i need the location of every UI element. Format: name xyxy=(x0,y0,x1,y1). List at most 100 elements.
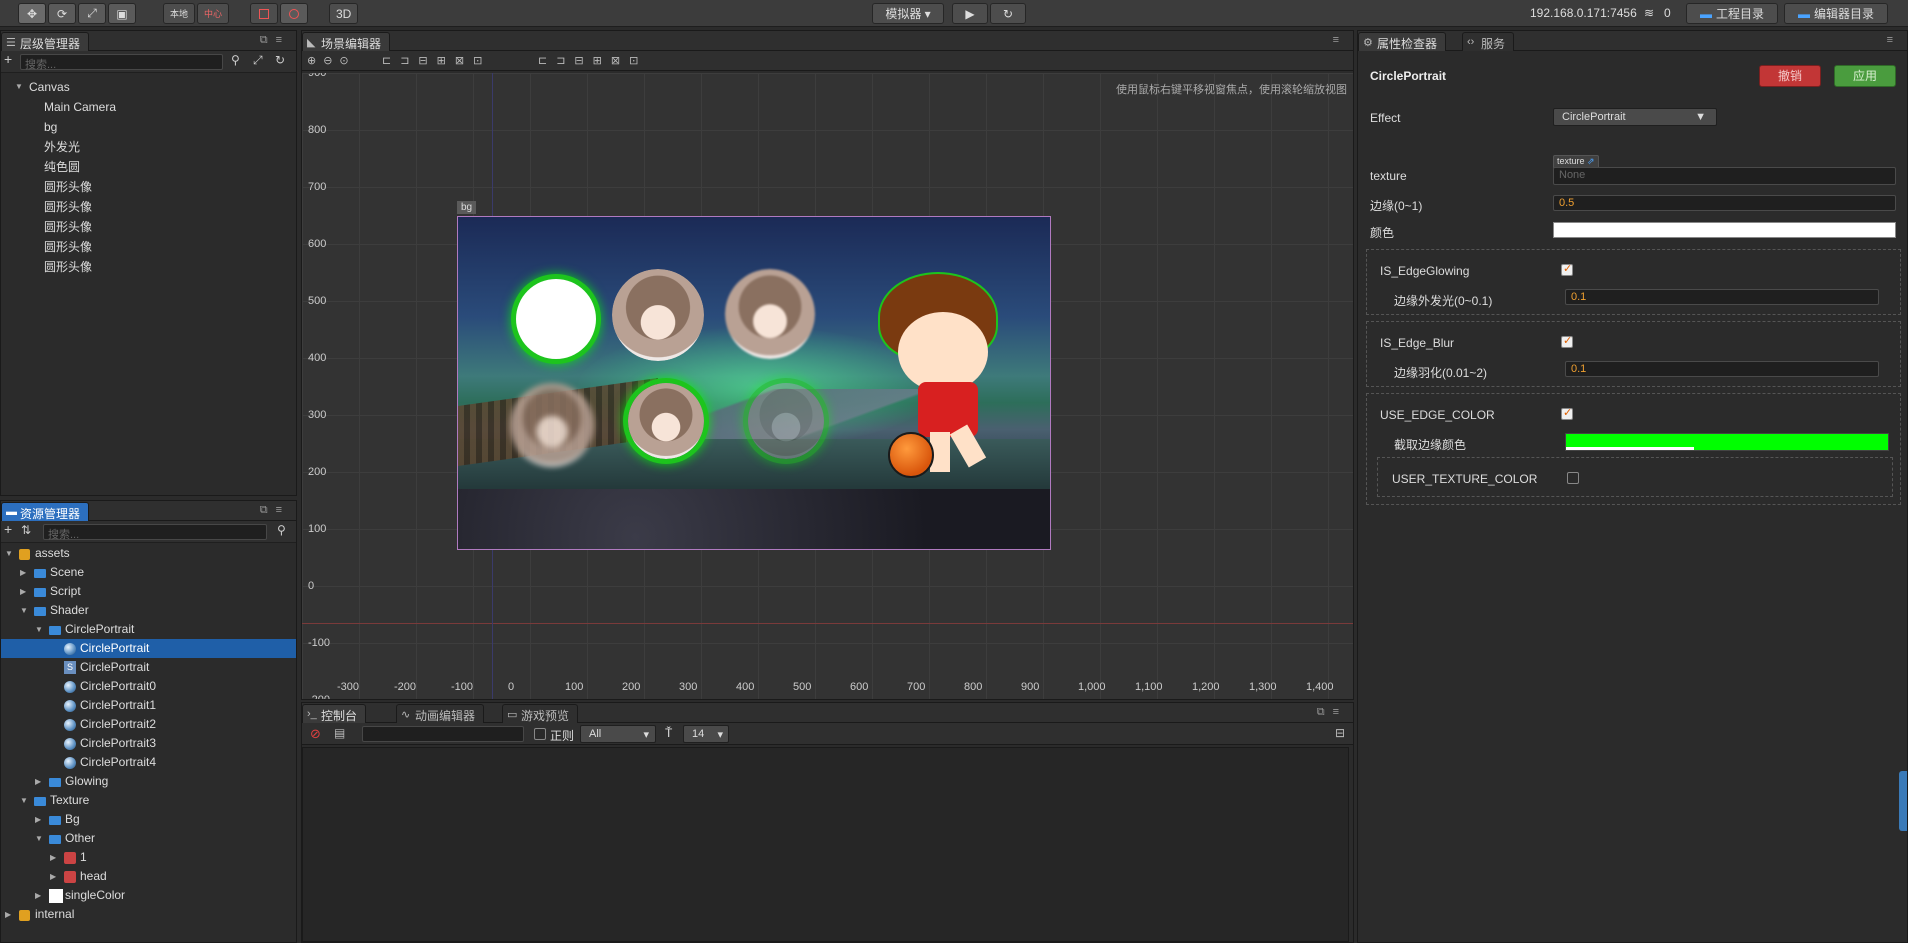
add-icon[interactable]: + xyxy=(4,51,12,67)
hierarchy-item[interactable]: 圆形头像 xyxy=(1,177,296,197)
side-handle[interactable] xyxy=(1899,771,1907,831)
portrait-3[interactable] xyxy=(510,383,594,467)
font-size-select[interactable]: 14 ▾ xyxy=(683,725,729,743)
gizmo-toggle-button[interactable] xyxy=(280,3,308,24)
panel-menu-icon[interactable]: ⧉≡ xyxy=(260,504,290,517)
chevron-down-icon[interactable]: ▼ xyxy=(20,601,28,620)
assets-search-input[interactable]: 搜索... xyxy=(43,524,267,541)
sort-icon[interactable]: ⇅ xyxy=(21,523,31,537)
asset-item[interactable]: ▶ Glowing xyxy=(1,772,296,791)
asset-item[interactable]: CirclePortrait3 xyxy=(1,734,296,753)
chevron-right-icon[interactable]: ▶ xyxy=(35,886,41,905)
asset-item[interactable]: ▼ CirclePortrait xyxy=(1,620,296,639)
asset-item[interactable]: CirclePortrait1 xyxy=(1,696,296,715)
hierarchy-search-input[interactable]: 搜索... xyxy=(20,54,223,71)
portrait-2[interactable] xyxy=(725,269,815,359)
zoom-icons[interactable]: ⊕⊖⊙ xyxy=(307,54,356,67)
chevron-down-icon[interactable]: ▼ xyxy=(20,791,28,810)
hierarchy-item[interactable]: bg xyxy=(1,117,296,137)
add-icon[interactable]: + xyxy=(4,521,12,537)
tab-game-preview[interactable]: ▭ 游戏预览 xyxy=(502,704,579,723)
revert-button[interactable]: 撤销 xyxy=(1759,65,1821,87)
chevron-right-icon[interactable]: ▶ xyxy=(20,563,26,582)
asset-item[interactable]: ▼ Texture xyxy=(1,791,296,810)
scale-tool-button[interactable]: ⤢ xyxy=(78,3,106,24)
refresh-icon[interactable]: ↻ xyxy=(275,53,285,67)
user-texture-color-checkbox[interactable] xyxy=(1567,472,1579,484)
asset-item[interactable]: ▼ Other xyxy=(1,829,296,848)
apply-button[interactable]: 应用 xyxy=(1834,65,1896,87)
chevron-right-icon[interactable]: ▶ xyxy=(5,905,11,924)
asset-item[interactable]: CirclePortrait2 xyxy=(1,715,296,734)
hierarchy-item[interactable]: 外发光 xyxy=(1,137,296,157)
scene-viewport[interactable]: 使用鼠标右键平移视窗焦点，使用滚轮缩放视图 900 800 700 600 500 400… xyxy=(302,73,1353,699)
simulator-select[interactable]: 模拟器 ▾ xyxy=(872,3,944,24)
chevron-right-icon[interactable]: ▶ xyxy=(35,772,41,791)
edge-input[interactable]: 0.5 xyxy=(1553,195,1896,211)
asset-item[interactable]: CirclePortrait xyxy=(1,639,296,658)
threeD-button[interactable]: 3D xyxy=(329,3,359,24)
asset-item[interactable]: ▶ internal xyxy=(1,905,296,924)
bg-image[interactable] xyxy=(457,216,1051,550)
chevron-down-icon[interactable]: ▼ xyxy=(5,544,13,563)
chevron-right-icon[interactable]: ▶ xyxy=(50,867,56,886)
asset-item[interactable]: S CirclePortrait xyxy=(1,658,296,677)
log-file-icon[interactable]: ▤ xyxy=(334,726,345,740)
rotate-tool-button[interactable]: ⟳ xyxy=(48,3,76,24)
solid-circle-glow[interactable] xyxy=(516,279,596,359)
align-icons[interactable]: ⊏⊐⊟⊞⊠⊡ xyxy=(382,54,491,67)
project-dir-button[interactable]: ▬ 工程目录 xyxy=(1686,3,1778,24)
asset-item[interactable]: ▶ head xyxy=(1,867,296,886)
chevron-down-icon[interactable]: ▼ xyxy=(35,620,43,639)
color-swatch[interactable] xyxy=(1553,222,1896,238)
chevron-down-icon[interactable]: ▼ xyxy=(15,77,23,97)
edge-glowing-checkbox[interactable] xyxy=(1561,262,1573,276)
hierarchy-item[interactable]: 圆形头像 xyxy=(1,217,296,237)
hierarchy-item[interactable]: 圆形头像 xyxy=(1,237,296,257)
distribute-icons[interactable]: ⊏⊐⊟⊞⊠⊡ xyxy=(538,54,647,67)
asset-item[interactable]: ▼ assets xyxy=(1,544,296,563)
clear-icon[interactable]: ⊘ xyxy=(310,726,321,742)
portrait-1[interactable] xyxy=(612,269,704,361)
rect-tool-button[interactable]: ▣ xyxy=(108,3,136,24)
asset-item[interactable]: ▶ Bg xyxy=(1,810,296,829)
editor-dir-button[interactable]: ▬ 编辑器目录 xyxy=(1784,3,1888,24)
portrait-5[interactable] xyxy=(748,383,824,459)
tab-services[interactable]: ‹› 服务 xyxy=(1462,32,1515,51)
refresh-button[interactable]: ↻ xyxy=(990,3,1026,24)
edge-color-swatch[interactable] xyxy=(1565,433,1889,451)
asset-item[interactable]: ▼ Shader xyxy=(1,601,296,620)
use-edge-color-checkbox[interactable] xyxy=(1561,406,1573,420)
panel-menu-icon[interactable]: ⧉≡ xyxy=(1317,706,1347,719)
hierarchy-item[interactable]: 圆形头像 xyxy=(1,197,296,217)
tab-console[interactable]: ›_ 控制台 xyxy=(302,704,367,723)
chevron-down-icon[interactable]: ▼ xyxy=(35,829,43,848)
hierarchy-item[interactable]: Main Camera xyxy=(1,97,296,117)
tab-hierarchy[interactable]: ☰ 层级管理器 xyxy=(1,32,90,51)
asset-item[interactable]: ▶ Script xyxy=(1,582,296,601)
hierarchy-item[interactable]: ▼ Canvas xyxy=(1,77,296,97)
move-tool-button[interactable]: ✥ xyxy=(18,3,46,24)
chevron-right-icon[interactable]: ▶ xyxy=(35,810,41,829)
console-log-area[interactable] xyxy=(302,747,1349,942)
asset-item[interactable]: CirclePortrait4 xyxy=(1,753,296,772)
hierarchy-item[interactable]: 纯色圆 xyxy=(1,157,296,177)
edge-blur-checkbox[interactable] xyxy=(1561,334,1573,348)
effect-select[interactable]: CirclePortrait ▼ xyxy=(1553,108,1717,126)
expand-icon[interactable]: ⤢ xyxy=(253,53,263,68)
tab-animation[interactable]: ∿ 动画编辑器 xyxy=(396,704,485,723)
tab-scene[interactable]: ◣ 场景编辑器 xyxy=(302,32,391,51)
tab-assets[interactable]: ▬ 资源管理器 xyxy=(1,502,90,521)
glow-input[interactable]: 0.1 xyxy=(1565,289,1879,305)
log-level-select[interactable]: All ▾ xyxy=(580,725,656,743)
asset-item[interactable]: ▶ Scene xyxy=(1,563,296,582)
panel-menu-icon[interactable]: ⧉≡ xyxy=(260,34,290,47)
chevron-right-icon[interactable]: ▶ xyxy=(20,582,26,601)
asset-item[interactable]: CirclePortrait0 xyxy=(1,677,296,696)
tab-inspector[interactable]: ⚙ 属性检查器 xyxy=(1358,32,1447,51)
pivot-toggle-button[interactable]: 中心 xyxy=(197,3,230,24)
play-button[interactable]: ▶ xyxy=(952,3,988,24)
regex-checkbox[interactable] xyxy=(534,728,546,740)
panel-menu-icon[interactable]: ≡ xyxy=(1333,34,1347,46)
search-icon[interactable]: ⚲ xyxy=(277,523,286,537)
